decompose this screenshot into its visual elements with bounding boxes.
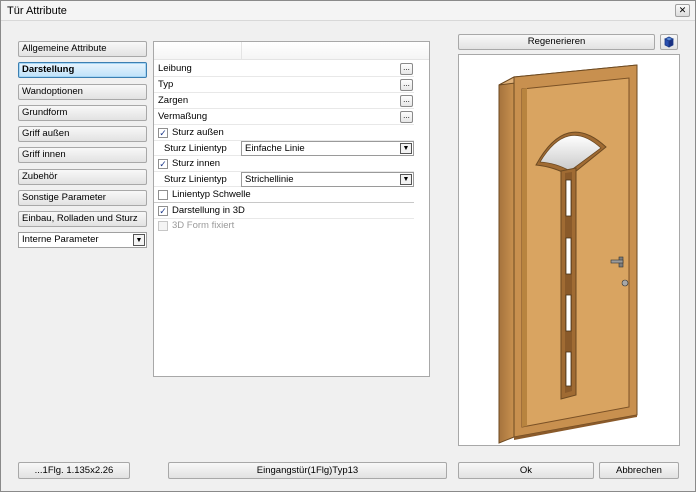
door-leaf-edge: [522, 88, 527, 427]
property-panel: Leibung ... Typ ... Zargen ... Vermaßung…: [153, 41, 430, 377]
nav-wandoptionen-button[interactable]: Wandoptionen: [18, 84, 147, 100]
sturz-aussen-checkbox[interactable]: ✓: [158, 128, 168, 138]
darstellung-3d-label[interactable]: Darstellung in 3D: [172, 205, 245, 216]
row-sturz-innen: ✓ Sturz innen: [154, 157, 414, 172]
close-icon: ✕: [678, 5, 687, 15]
interne-parameter-value: Interne Parameter: [22, 234, 99, 245]
row-leibung: Leibung ...: [154, 62, 414, 77]
sturz-aussen-linientyp-select[interactable]: Einfache Linie ▼: [241, 141, 414, 156]
vermassung-ellipsis-button[interactable]: ...: [400, 111, 413, 123]
cube-icon: [664, 36, 674, 48]
darstellung-3d-checkbox[interactable]: ✓: [158, 206, 168, 216]
sturz-aussen-linientyp-value: Einfache Linie: [245, 143, 305, 154]
check-icon: ✓: [159, 128, 167, 138]
vermassung-label: Vermaßung: [158, 111, 208, 122]
header-divider: [241, 42, 242, 60]
nav-griff-innen-button[interactable]: Griff innen: [18, 147, 147, 163]
window-title: Tür Attribute: [7, 5, 67, 17]
sturz-innen-label[interactable]: Sturz innen: [172, 158, 220, 169]
form-fixiert-label: 3D Form fixiert: [172, 220, 235, 231]
title-bar[interactable]: Tür Attribute ✕: [1, 1, 695, 21]
row-sturz-innen-linientyp: Sturz Linientyp Strichellinie ▼: [154, 172, 414, 187]
glass-slot: [565, 351, 572, 387]
leibung-ellipsis-button[interactable]: ...: [400, 63, 413, 75]
row-sturz-aussen: ✓ Sturz außen: [154, 126, 414, 141]
frame-side: [498, 76, 515, 444]
view-3d-button[interactable]: [660, 34, 678, 50]
door-lock-cylinder: [621, 279, 629, 287]
row-sturz-aussen-linientyp: Sturz Linientyp Einfache Linie ▼: [154, 141, 414, 156]
close-button[interactable]: ✕: [675, 4, 690, 17]
row-3d-form-fixiert: 3D Form fixiert: [154, 219, 414, 234]
chevron-down-icon[interactable]: ▼: [133, 234, 145, 246]
cancel-button[interactable]: Abbrechen: [599, 462, 679, 479]
chevron-down-icon[interactable]: ▼: [400, 174, 412, 185]
glass-slot: [565, 237, 572, 275]
nav-darstellung-button[interactable]: Darstellung: [18, 62, 147, 78]
leibung-label: Leibung: [158, 63, 192, 74]
interne-parameter-dropdown[interactable]: Interne Parameter ▼: [18, 232, 147, 248]
nav-einbau-rolladen-sturz-button[interactable]: Einbau, Rolladen und Sturz: [18, 211, 147, 227]
nav-grundform-button[interactable]: Grundform: [18, 105, 147, 121]
sturz-innen-linientyp-label: Sturz Linientyp: [164, 174, 227, 185]
row-zargen: Zargen ...: [154, 94, 414, 109]
check-icon: ✓: [159, 159, 167, 169]
nav-allgemeine-attribute-button[interactable]: Allgemeine Attribute: [18, 41, 147, 57]
glass-slot: [565, 179, 572, 217]
nav-griff-aussen-button[interactable]: Griff außen: [18, 126, 147, 142]
row-darstellung-3d: ✓ Darstellung in 3D: [154, 204, 414, 219]
door-illustration: [498, 64, 638, 444]
check-icon: ✓: [159, 206, 167, 216]
row-linientyp-schwelle: Linientyp Schwelle: [154, 188, 414, 203]
door-size-button[interactable]: ...1Flg. 1.135x2.26: [18, 462, 130, 479]
linientyp-schwelle-checkbox[interactable]: [158, 190, 168, 200]
door-3d-preview[interactable]: [458, 54, 680, 446]
row-typ: Typ ...: [154, 78, 414, 93]
chevron-down-icon[interactable]: ▼: [400, 143, 412, 154]
door-handle: [610, 259, 624, 264]
zargen-ellipsis-button[interactable]: ...: [400, 95, 413, 107]
zargen-label: Zargen: [158, 95, 189, 106]
typ-label: Typ: [158, 79, 174, 90]
form-fixiert-checkbox[interactable]: [158, 221, 168, 231]
glass-slot: [565, 294, 572, 332]
panel-header: [154, 42, 429, 60]
sturz-aussen-label[interactable]: Sturz außen: [172, 127, 224, 138]
regenerate-button[interactable]: Regenerieren: [458, 34, 655, 50]
nav-zubehoer-button[interactable]: Zubehör: [18, 169, 147, 185]
ok-button[interactable]: Ok: [458, 462, 594, 479]
dialog-window: Tür Attribute ✕ Allgemeine Attribute Dar…: [0, 0, 696, 492]
sturz-innen-linientyp-select[interactable]: Strichellinie ▼: [241, 172, 414, 187]
nav-sonstige-parameter-button[interactable]: Sonstige Parameter: [18, 190, 147, 206]
sturz-innen-checkbox[interactable]: ✓: [158, 159, 168, 169]
typ-ellipsis-button[interactable]: ...: [400, 79, 413, 91]
row-vermassung: Vermaßung ...: [154, 110, 414, 125]
linientyp-schwelle-label[interactable]: Linientyp Schwelle: [172, 189, 251, 200]
sturz-aussen-linientyp-label: Sturz Linientyp: [164, 143, 227, 154]
sturz-innen-linientyp-value: Strichellinie: [245, 174, 294, 185]
door-type-button[interactable]: Eingangstür(1Flg)Typ13: [168, 462, 447, 479]
